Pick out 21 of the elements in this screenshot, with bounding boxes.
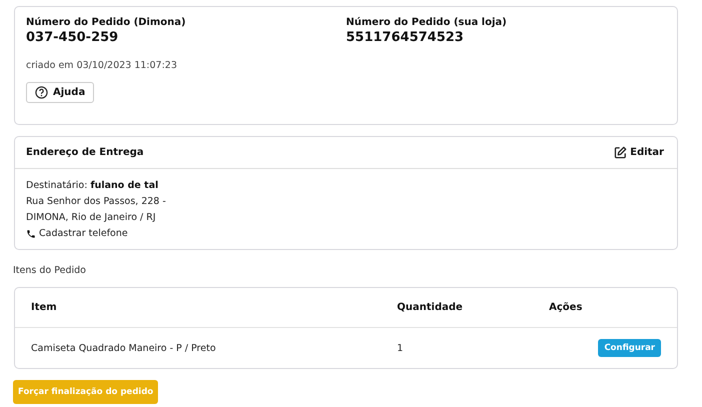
register-phone-link[interactable]: Cadastrar telefone <box>26 226 666 242</box>
field-label: Número do Pedido (sua loja) <box>346 17 508 28</box>
column-header: Ações <box>549 302 584 313</box>
help-button[interactable]: Ajuda <box>26 82 94 103</box>
created-date: criado em 03/10/2023 11:07:23 <box>26 60 178 71</box>
address-line: Rua Senhor dos Passos, 228 - <box>26 195 167 209</box>
column-header: Quantidade <box>397 302 464 313</box>
edit-button[interactable]: Editar <box>614 146 664 159</box>
order-number: 5511764574523 <box>346 30 465 45</box>
recipient-text: Destinatário: fulano de tal <box>26 179 160 193</box>
phone-icon <box>26 229 36 239</box>
edit-icon <box>614 146 628 159</box>
section-title: Endereço de Entrega <box>26 147 144 158</box>
table-cell-text: 1 <box>397 342 404 354</box>
table-cell-text: Camiseta Quadrado Maneiro - P / Preto <box>31 342 217 354</box>
order-number: 037-450-259 <box>26 30 120 45</box>
column-header: Item <box>31 302 58 313</box>
field-label: Número do Pedido (Dimona) <box>26 17 187 28</box>
address-line: DIMONA, Rio de Janeiro / RJ <box>26 211 157 225</box>
help-icon <box>35 86 48 99</box>
section-title: Itens do Pedido <box>13 265 87 276</box>
